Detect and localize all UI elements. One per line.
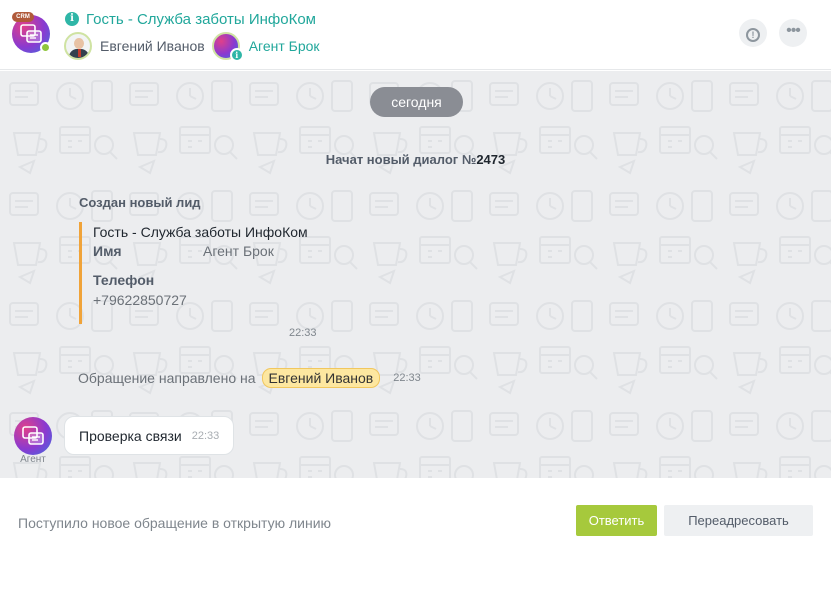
lead-phone-label: Телефон	[93, 272, 155, 288]
chat-header: CRM i Гость - Служба заботы ИнфоКом Евге…	[0, 0, 831, 70]
routed-text: Обращение направлено на	[78, 370, 256, 386]
message-author-avatar[interactable]	[14, 417, 52, 455]
dialog-start-text: Начат новый диалог №	[325, 152, 477, 167]
info-icon[interactable]: i	[65, 12, 79, 26]
tie-shape	[78, 49, 81, 57]
footer-status-text: Поступило новое обращение в открытую лин…	[18, 515, 332, 531]
answer-button[interactable]: Ответить	[576, 505, 657, 536]
lead-name-line[interactable]: Гость - Служба заботы ИнфоКом	[93, 224, 379, 240]
more-icon: •••	[786, 22, 801, 39]
member-name-agent[interactable]: Агент Брок	[249, 38, 320, 54]
alert-button[interactable]: !	[739, 19, 767, 47]
lead-name-label: Имя	[93, 243, 122, 259]
message-bubble[interactable]: Проверка связи 22:33	[64, 416, 235, 455]
message-text: Проверка связи	[79, 427, 182, 444]
chat-title[interactable]: Гость - Служба заботы ИнфоКом	[86, 11, 316, 28]
date-separator: сегодня	[370, 87, 463, 117]
lead-timestamp: 22:33	[289, 327, 317, 339]
lead-name-value: Агент Брок	[203, 243, 274, 259]
member-name-operator[interactable]: Евгений Иванов	[100, 38, 205, 54]
member-avatar-agent[interactable]: i	[211, 32, 244, 62]
person-face-shape	[74, 38, 84, 49]
message-timestamp: 22:33	[191, 429, 220, 442]
chat-title-row: i Гость - Служба заботы ИнфоКом	[65, 10, 316, 28]
chat-bubbles-icon	[20, 24, 42, 43]
chat-members: Евгений Иванов i Агент Брок	[64, 32, 320, 62]
online-status-dot	[40, 42, 51, 53]
dialog-start-notice: Начат новый диалог №2473	[0, 152, 831, 167]
message-author-name: Агент	[20, 454, 46, 465]
lead-name-row: Имя Агент Брок	[93, 243, 379, 259]
member-avatar-operator[interactable]	[64, 32, 92, 60]
routed-user-chip[interactable]: Евгений Иванов	[261, 368, 381, 388]
more-button[interactable]: •••	[779, 19, 807, 47]
crm-badge: CRM	[12, 12, 34, 22]
message-feed[interactable]: сегодня Начат новый диалог №2473 Создан …	[0, 71, 831, 478]
info-icon: i	[229, 48, 244, 62]
dialog-number[interactable]: 2473	[476, 152, 505, 167]
redirect-button[interactable]: Переадресовать	[664, 505, 813, 536]
lead-created-title: Создан новый лид	[79, 195, 201, 210]
chat-footer: Поступило новое обращение в открытую лин…	[0, 478, 831, 592]
lead-card: Гость - Служба заботы ИнфоКом Имя Агент …	[79, 222, 379, 324]
lead-phone-value: +79622850727	[93, 292, 187, 308]
routed-timestamp: 22:33	[393, 372, 421, 384]
routed-notice: Обращение направлено на Евгений Иванов 2…	[78, 368, 421, 388]
chat-bubbles-icon	[22, 426, 44, 445]
alert-icon: !	[746, 28, 760, 42]
